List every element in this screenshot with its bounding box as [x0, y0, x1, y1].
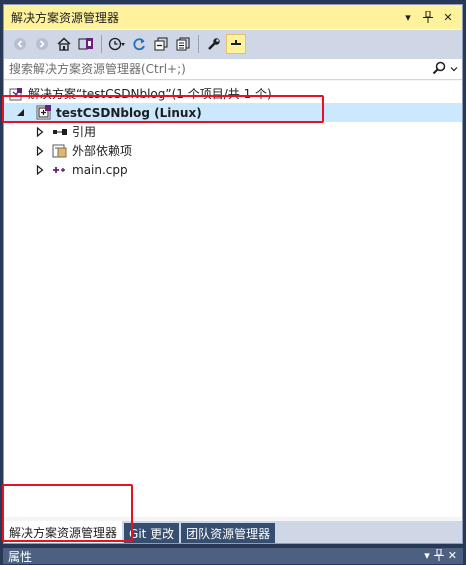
expanded-arrow-icon[interactable] — [14, 107, 26, 119]
tab-team-explorer[interactable]: 团队资源管理器 — [181, 523, 276, 543]
tree-item-solution[interactable]: 解决方案“testCSDNblog”(1 个项目/共 1 个) — [8, 84, 272, 103]
external-deps-icon — [52, 143, 68, 159]
collapsed-arrow-icon[interactable] — [34, 126, 46, 138]
switch-views-icon[interactable] — [76, 34, 96, 54]
back-icon[interactable] — [10, 34, 30, 54]
refresh-icon[interactable] — [129, 34, 149, 54]
toolbar-separator — [101, 35, 102, 53]
collapsed-arrow-icon[interactable] — [34, 164, 46, 176]
bottom-tab-strip: 解决方案资源管理器 Git 更改 团队资源管理器 — [4, 521, 462, 543]
search-input[interactable] — [4, 62, 404, 76]
properties-wrench-icon[interactable] — [204, 34, 224, 54]
dropdown-icon[interactable]: ▾ — [424, 549, 430, 564]
collapsed-arrow-icon[interactable] — [34, 145, 46, 157]
tree-item-label: 外部依赖项 — [72, 144, 133, 158]
tree-item-main-cpp[interactable]: main.cpp — [34, 160, 128, 179]
forward-icon[interactable] — [32, 34, 52, 54]
history-icon[interactable] — [107, 34, 127, 54]
chevron-down-icon[interactable] — [450, 62, 458, 76]
home-icon[interactable] — [54, 34, 74, 54]
dropdown-icon[interactable]: ▾ — [400, 9, 416, 25]
tree-item-project[interactable]: testCSDNblog (Linux) — [4, 103, 462, 122]
solution-tree: 解决方案“testCSDNblog”(1 个项目/共 1 个) testCSDN… — [4, 81, 462, 517]
close-icon[interactable]: ✕ — [440, 9, 456, 25]
project-label: testCSDNblog (Linux) — [56, 105, 202, 120]
solution-explorer-panel: 解决方案资源管理器 ▾ ✕ 搜索解决方案资源管理器(Ctrl+;) 解决方案“t… — [3, 4, 463, 544]
tree-item-references[interactable]: 引用 — [34, 122, 96, 141]
panel-title-bar: 解决方案资源管理器 ▾ ✕ — [4, 5, 462, 29]
solution-icon — [8, 86, 24, 102]
show-all-files-icon[interactable] — [173, 34, 193, 54]
toolbar-separator — [198, 35, 199, 53]
solution-label: 解决方案“testCSDNblog”(1 个项目/共 1 个) — [28, 87, 272, 101]
ide-frame: 解决方案资源管理器 ▾ ✕ 搜索解决方案资源管理器(Ctrl+;) 解决方案“t… — [0, 0, 466, 564]
search-bar — [4, 58, 462, 80]
tree-item-label: 引用 — [72, 125, 97, 139]
references-icon — [52, 124, 68, 140]
tab-git-changes[interactable]: Git 更改 — [124, 523, 180, 543]
pin-icon[interactable] — [420, 9, 436, 25]
collapse-all-icon[interactable] — [151, 34, 171, 54]
pin-icon[interactable] — [433, 548, 444, 564]
search-icon[interactable] — [432, 61, 446, 78]
properties-title: 属性 — [8, 549, 33, 564]
close-icon[interactable]: ✕ — [448, 549, 457, 564]
properties-panel-title-bar: 属性 ▾ ✕ — [3, 548, 463, 564]
tree-item-label: main.cpp — [72, 162, 128, 177]
preview-icon[interactable] — [226, 34, 246, 54]
project-icon — [36, 104, 52, 121]
tree-item-external-deps[interactable]: 外部依赖项 — [34, 141, 132, 160]
cpp-file-icon — [52, 162, 68, 178]
panel-toolbar — [4, 30, 462, 58]
tab-solution-explorer[interactable]: 解决方案资源管理器 — [4, 521, 123, 543]
panel-title: 解决方案资源管理器 — [11, 10, 120, 25]
